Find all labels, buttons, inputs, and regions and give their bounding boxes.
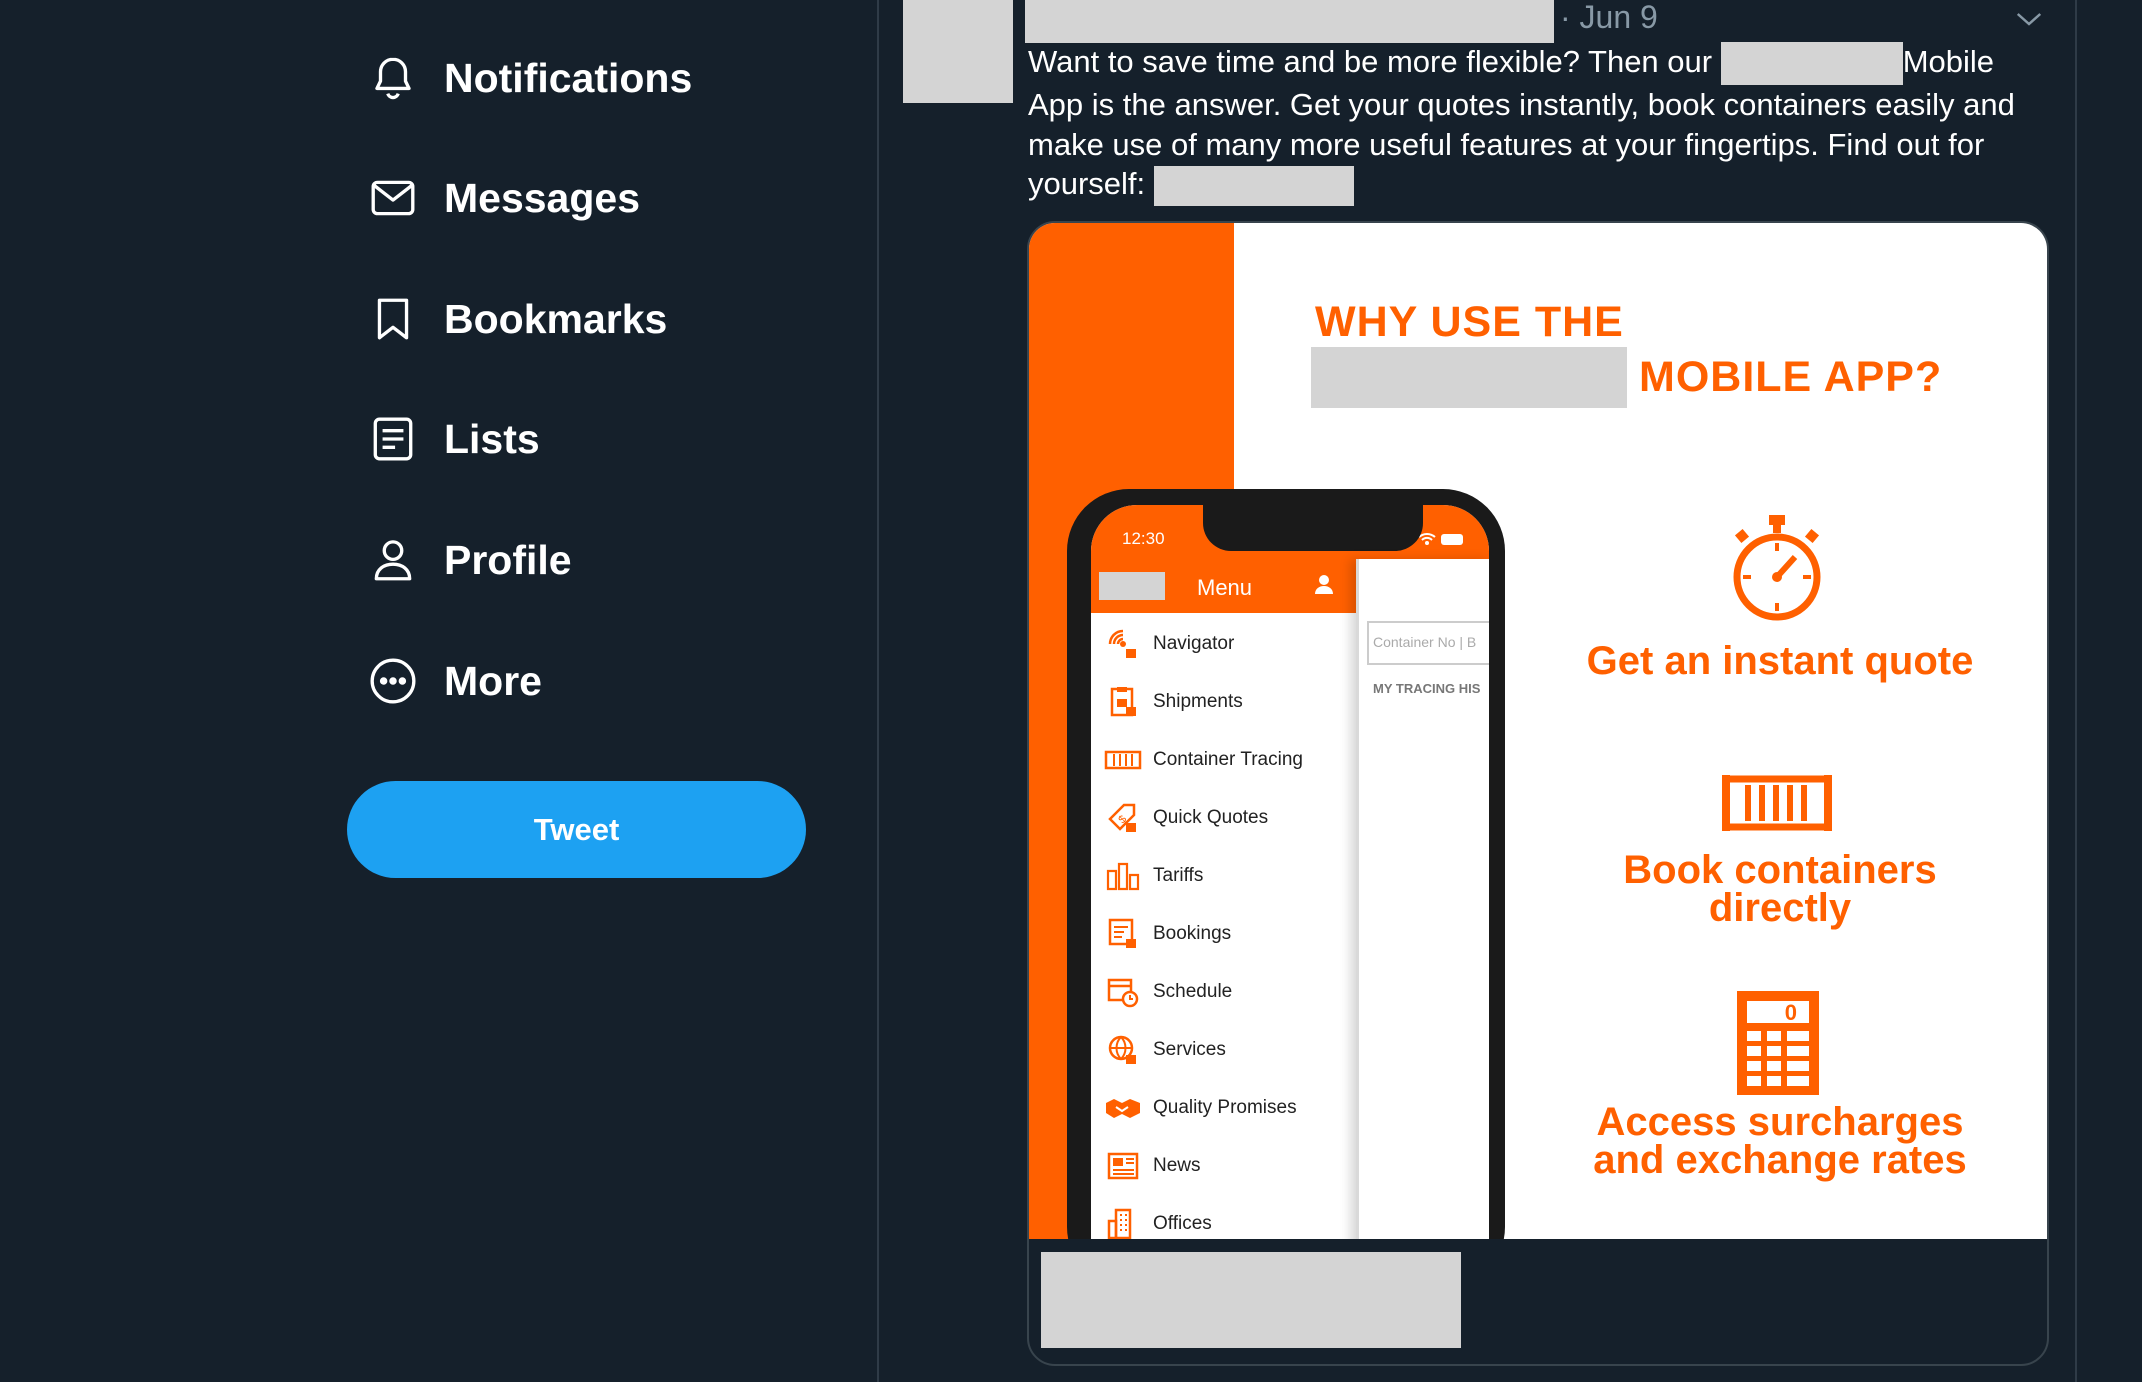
phone-screen: 12:30 Menu Container No | B MY TRACING H… [1091,505,1489,1239]
author-name-redacted[interactable] [1025,0,1554,43]
menu-item-label: Quality Promises [1153,1097,1297,1118]
menu-item-label: Container Tracing [1153,749,1303,770]
feature-label-line2: directly [1708,886,1852,930]
sidebar-item-label: Bookmarks [444,295,668,342]
menu-item-news: News [1091,1137,1356,1195]
radar-icon [1101,626,1145,662]
menu-item-label: Quick Quotes [1153,807,1269,828]
handshake-icon [1101,1090,1145,1126]
envelope-icon [368,172,444,224]
clipboard-icon [1101,684,1145,720]
menu-item-label: Schedule [1153,981,1233,1002]
sidebar-item-label: Profile [444,536,572,583]
feature-label-line2: and exchange rates [1593,1138,1967,1182]
brand-redacted [1311,347,1627,408]
link-redacted[interactable] [1153,166,1354,207]
svg-text:0: 0 [1785,1000,1797,1025]
menu-item-label: Services [1153,1039,1226,1060]
column-divider [2075,0,2077,1382]
sidebar-item-notifications[interactable]: Notifications [355,38,692,118]
menu-item-bookings: Bookings [1091,905,1356,963]
menu-item-quality-promises: Quality Promises [1091,1079,1356,1137]
side-panel: Container No | B MY TRACING HIS [1356,559,1489,1239]
media-card[interactable]: WHY USE THE MOBILE APP? Get an instant q… [1027,221,2049,1366]
newspaper-icon [1101,1148,1145,1184]
menu-title: Menu [1197,575,1253,600]
wifi-battery-icon [1418,533,1463,545]
sidebar-item-label: Lists [444,415,540,462]
container-icon [1101,742,1145,778]
sidebar-item-more[interactable]: More [355,641,542,721]
feature-book-containers: Book containers directly [1549,848,2011,930]
tweet-text-part1: Want to save time and be more flexible? … [1028,44,1713,79]
sidebar-item-bookmarks[interactable]: Bookmarks [355,279,667,359]
feature-surcharges: Access surcharges and exchange rates [1549,1100,2011,1182]
menu-item-label: News [1153,1155,1201,1176]
menu-item-container-tracing: Container Tracing [1091,731,1356,789]
logo-redacted [1099,572,1165,600]
card-link-redacted[interactable] [1041,1252,1461,1348]
menu-item-label: Bookings [1153,923,1232,944]
tweet-button[interactable]: Tweet [347,781,806,878]
tweet-date[interactable]: · Jun 9 [1560,0,1658,36]
phone-notch [1203,505,1423,551]
brand-redacted [1720,42,1903,86]
sidebar: Notifications Messages Bookmarks Lists P… [0,0,877,1382]
status-time: 12:30 [1122,529,1165,548]
sidebar-item-label: Notifications [444,54,693,101]
stopwatch-icon [1733,515,1821,621]
menu-item-label: Shipments [1153,691,1243,712]
container-icon [1722,775,1832,831]
document-lock-icon [1101,916,1145,952]
avatar[interactable] [903,0,1013,103]
feature-instant-quote: Get an instant quote [1549,639,2011,683]
globe-icon [1101,1032,1145,1068]
menu-item-navigator: Navigator [1091,615,1356,673]
container-search-input: Container No | B [1367,621,1489,665]
sidebar-item-label: Messages [444,174,641,221]
menu-item-schedule: Schedule [1091,963,1356,1021]
list-icon [368,413,444,465]
menu-item-quick-quotes: $ Quick Quotes [1091,789,1356,847]
sidebar-item-label: More [444,657,542,704]
sidebar-item-lists[interactable]: Lists [355,399,540,479]
building-icon [1101,1206,1145,1239]
calculator-icon: 0 [1737,991,1819,1095]
promo-title-line1: WHY USE THE [1315,298,1624,346]
stacked-boxes-icon [1101,858,1145,894]
bookmark-icon [368,293,444,345]
menu-item-offices: Offices [1091,1195,1356,1239]
menu-bar: Menu [1091,559,1356,613]
menu-item-label: Offices [1153,1213,1212,1234]
menu-item-services: Services [1091,1021,1356,1079]
more-circle-icon [368,655,444,707]
chevron-down-icon[interactable] [2014,6,2044,32]
sidebar-item-messages[interactable]: Messages [355,158,640,238]
promo-image[interactable]: WHY USE THE MOBILE APP? Get an instant q… [1029,223,2047,1239]
tweet-text: Want to save time and be more flexible? … [1028,42,2038,207]
menu-item-label: Navigator [1153,633,1235,654]
sidebar-item-profile[interactable]: Profile [355,520,572,600]
user-icon [1315,575,1333,594]
feature-label-line1: Book containers [1623,848,1937,892]
bell-icon [368,52,444,104]
tracing-history-label: MY TRACING HIS [1373,681,1481,696]
menu-item-label: Tariffs [1153,865,1204,886]
promo-title-line2: MOBILE APP? [1639,353,1943,401]
person-icon [368,534,444,586]
feature-label-line1: Access surcharges [1596,1100,1964,1144]
menu-item-shipments: Shipments [1091,673,1356,731]
column-divider [877,0,879,1382]
calendar-clock-icon [1101,974,1145,1010]
feature-label: Get an instant quote [1586,639,1974,683]
price-tag-icon: $ [1101,800,1145,836]
menu-item-tariffs: Tariffs [1091,847,1356,905]
